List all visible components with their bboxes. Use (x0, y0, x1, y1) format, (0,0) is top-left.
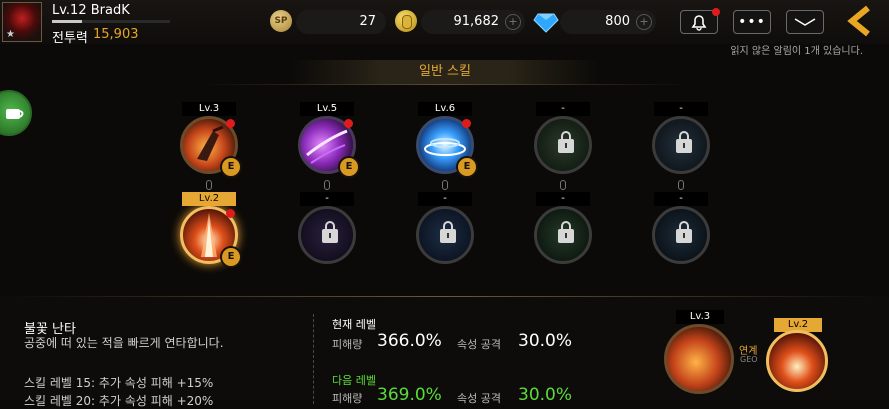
power-label: 전투력 (52, 31, 88, 46)
skill-level-label: - (300, 192, 354, 206)
chain-link-icon (324, 180, 330, 190)
gold-counter: 91,682 + (421, 10, 525, 34)
chain-link-icon (560, 180, 566, 190)
skill-slot-10[interactable]: - (648, 192, 714, 278)
skill-slot-5[interactable]: - (648, 102, 714, 188)
xp-fill (52, 20, 82, 23)
sp-value: 27 (359, 14, 376, 29)
notification-tooltip: 읽지 않은 알림이 1개 있습니다. (730, 46, 863, 57)
skill-slot-8[interactable]: - (412, 192, 478, 278)
mail-icon (794, 18, 816, 26)
character-portrait[interactable]: ★ (2, 2, 42, 42)
damage-next: 369.0% (377, 385, 442, 405)
skill-level-label: Lv.5 (300, 102, 354, 116)
sp-icon: SP (270, 10, 292, 32)
next-level-label: 다음 레벨 (332, 374, 376, 387)
skill-slot-3[interactable]: Lv.6 E (412, 102, 478, 188)
damage-label-next: 피해량 (332, 392, 363, 405)
skill-slot-1[interactable]: Lv.3 E (176, 102, 242, 188)
skill-level-label: - (536, 102, 590, 116)
damage-label: 피해량 (332, 338, 363, 351)
equip-badge: E (220, 246, 242, 268)
lock-icon (676, 131, 692, 153)
skill-level-label: Lv.3 (182, 102, 236, 116)
skill-level-label: - (654, 102, 708, 116)
skill-slot-6[interactable]: Lv.2 E (176, 192, 242, 278)
new-badge-dot (226, 119, 235, 128)
back-icon[interactable] (842, 4, 878, 38)
cup-icon (6, 109, 24, 119)
attribute-next: 30.0% (518, 385, 573, 405)
skill-slot-9[interactable]: - (530, 192, 596, 278)
xp-bar (52, 20, 170, 23)
new-badge-dot (226, 209, 235, 218)
combo-from-level: Lv.3 (676, 310, 724, 324)
locked-skill-icon (534, 116, 592, 174)
locked-skill-icon (652, 116, 710, 174)
skill-level-label: Lv.2 (182, 192, 236, 206)
lock-icon (676, 221, 692, 243)
add-gem-button[interactable]: + (636, 14, 652, 30)
gold-value: 91,682 (453, 14, 500, 29)
lock-icon (322, 221, 338, 243)
chat-button[interactable]: ••• (733, 10, 771, 34)
gem-counter: 800 + (560, 10, 656, 34)
attribute-label-next: 속성 공격 (457, 392, 501, 405)
sp-counter: 27 (296, 10, 386, 34)
lock-icon (558, 221, 574, 243)
combo-sub-label: GEO (740, 355, 758, 364)
gem-value: 800 (605, 14, 630, 29)
lock-icon (558, 131, 574, 153)
fire-strike-skill-icon (664, 324, 734, 394)
more-dots-icon: ••• (738, 14, 766, 30)
skill-level-label: - (654, 192, 708, 206)
section-underline (200, 84, 690, 85)
flame-barrage-skill-icon (766, 330, 828, 392)
star-icon: ★ (6, 29, 15, 40)
player-level-name: Lv.12 BradK (52, 3, 130, 18)
skill-slot-4[interactable]: - (530, 102, 596, 188)
chain-link-icon (206, 180, 212, 190)
power-value: 15,903 (93, 27, 139, 42)
locked-skill-icon (652, 206, 710, 264)
skill-description: 공중에 떠 있는 적을 빠르게 연타합니다. (24, 336, 224, 350)
skill-level-label: - (536, 192, 590, 206)
skill-bonus-1: 스킬 레벨 15: 추가 속성 피해 +15% (24, 376, 214, 390)
chain-link-icon (678, 180, 684, 190)
skill-level-label: Lv.6 (418, 102, 472, 116)
skill-slot-2[interactable]: Lv.5 E (294, 102, 360, 188)
locked-skill-icon (416, 206, 474, 264)
locked-skill-icon (534, 206, 592, 264)
lock-icon (440, 221, 456, 243)
section-title: 일반 스킬 (290, 60, 600, 84)
locked-skill-icon (298, 206, 356, 264)
skill-level-label: - (418, 192, 472, 206)
bell-icon (691, 15, 707, 31)
detail-divider (313, 314, 314, 404)
equip-badge: E (456, 156, 478, 178)
attribute-current: 30.0% (518, 331, 573, 351)
gem-icon (533, 13, 559, 33)
damage-current: 366.0% (377, 331, 442, 351)
add-gold-button[interactable]: + (505, 14, 521, 30)
skill-bonus-2: 스킬 레벨 20: 추가 속성 피해 +20% (24, 394, 214, 408)
equip-badge: E (220, 156, 242, 178)
new-badge-dot (344, 119, 353, 128)
gold-coin-icon (395, 10, 417, 32)
new-badge-dot (462, 119, 471, 128)
attribute-label: 속성 공격 (457, 338, 501, 351)
current-level-label: 현재 레벨 (332, 318, 376, 331)
side-menu-icon[interactable] (0, 90, 32, 136)
chain-link-icon (442, 180, 448, 190)
mail-button[interactable] (786, 10, 824, 34)
equip-badge: E (338, 156, 360, 178)
notification-dot (712, 8, 720, 16)
skill-slot-7[interactable]: - (294, 192, 360, 278)
